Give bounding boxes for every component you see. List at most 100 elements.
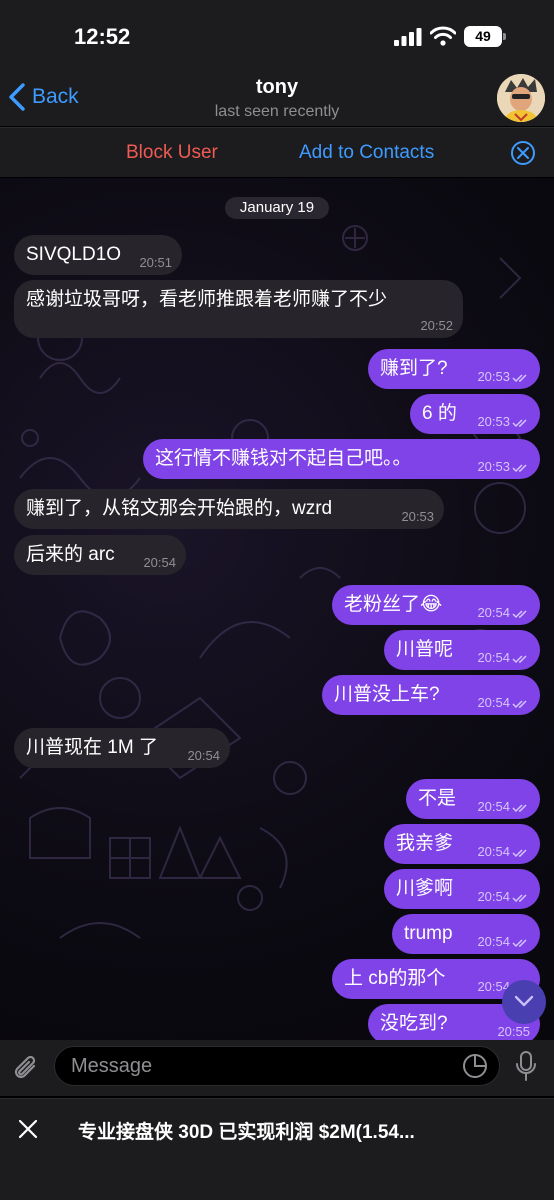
read-ticks-icon: [512, 894, 527, 902]
avatar-image: [497, 74, 545, 122]
back-chevron-icon: [9, 83, 25, 111]
status-bar: 12:52 49: [0, 0, 554, 70]
notification-banner[interactable]: 专业接盘侠 30D 已实现利润 $2M(1.54...: [0, 1098, 554, 1160]
message-meta: 20:53: [477, 370, 530, 383]
message-text: 不是: [418, 788, 457, 809]
message-bubble[interactable]: 后来的 arc 20:54: [14, 535, 186, 575]
message-bubble[interactable]: 川普没上车? 20:54: [322, 675, 540, 715]
message-time: 20:54: [477, 650, 510, 665]
message-input[interactable]: Message: [54, 1046, 500, 1086]
message-bubble[interactable]: 我亲爹 20:54: [384, 824, 540, 864]
message-time: 20:53: [477, 459, 510, 474]
bottom-safe-area: [0, 1160, 554, 1200]
read-ticks-icon: [512, 464, 527, 472]
message-bubble[interactable]: 不是 20:54: [406, 779, 540, 819]
sticker-icon[interactable]: [462, 1053, 488, 1079]
banner-text: 专业接盘侠 30D 已实现利润 $2M(1.54...: [78, 1122, 415, 1143]
message-time: 20:54: [187, 748, 220, 763]
nav-bar: Back tony last seen recently: [0, 70, 554, 126]
message-meta: 20:53: [477, 460, 530, 473]
read-ticks-icon: [512, 419, 527, 427]
scroll-down-icon: [514, 995, 534, 1007]
close-circle-icon[interactable]: [511, 141, 535, 165]
status-time: 12:52: [74, 24, 131, 49]
contact-action-bar: Block User Add to Contacts: [0, 127, 554, 177]
message-meta: 20:54: [477, 890, 530, 903]
message-bubble[interactable]: 川爹啊 20:54: [384, 869, 540, 909]
message-bubble[interactable]: 老粉丝了😂 20:54: [332, 585, 540, 625]
message-text: 川普呢: [396, 639, 454, 660]
block-user-button[interactable]: Block User: [126, 142, 218, 164]
message-time: 20:54: [143, 555, 176, 570]
back-button[interactable]: Back: [8, 82, 79, 112]
message-bubble[interactable]: trump 20:54: [392, 914, 540, 954]
message-text: 后来的 arc: [26, 544, 115, 565]
message-bubble[interactable]: 川普现在 1M 了 20:54: [14, 728, 230, 768]
message-meta: 20:54: [477, 651, 530, 664]
message-time: 20:54: [477, 934, 510, 949]
avatar[interactable]: [497, 74, 545, 122]
read-ticks-icon: [512, 849, 527, 857]
message-text: 川普现在 1M 了: [26, 737, 158, 758]
back-label: Back: [32, 85, 79, 108]
message-text: 川普没上车?: [334, 684, 440, 705]
read-ticks-icon: [512, 655, 527, 663]
message-text: trump: [404, 923, 453, 944]
close-icon[interactable]: [18, 1119, 38, 1139]
message-text: 上 cb的那个: [344, 968, 446, 989]
message-bubble[interactable]: 6 的 20:53: [410, 394, 540, 434]
message-text: SIVQLD1O: [26, 244, 122, 265]
message-meta: 20:54: [477, 935, 530, 948]
message-meta: 20:55: [497, 1025, 530, 1038]
message-text: 赚到了?: [380, 358, 448, 379]
message-time: 20:52: [420, 318, 453, 333]
message-meta: 20:53: [477, 415, 530, 428]
chat-area[interactable]: January 19 SIVQLD1O 20:51 感谢垃圾哥呀，看老师推跟着老…: [0, 178, 554, 1040]
add-to-contacts-button[interactable]: Add to Contacts: [299, 142, 434, 164]
message-time: 20:51: [139, 255, 172, 270]
message-input-bar: Message: [0, 1040, 554, 1096]
read-ticks-icon: [512, 610, 527, 618]
message-meta: 20:54: [477, 800, 530, 813]
message-text: 6 的: [422, 403, 457, 424]
message-meta: 20:54: [477, 696, 530, 709]
read-ticks-icon: [512, 700, 527, 708]
battery-icon: 49: [464, 26, 506, 47]
chat-title[interactable]: tony last seen recently: [150, 76, 404, 121]
message-meta: 20:54: [477, 845, 530, 858]
message-time: 20:53: [477, 369, 510, 384]
message-text: 老粉丝了😂: [344, 594, 443, 615]
message-time: 20:54: [477, 844, 510, 859]
message-time: 20:54: [477, 889, 510, 904]
message-text: 这行情不赚钱对不起自己吧。。: [155, 448, 412, 469]
mic-icon[interactable]: [514, 1050, 538, 1082]
message-bubble[interactable]: 赚到了，从铭文那会开始跟的，wzrd 20:53: [14, 489, 444, 529]
message-time: 20:53: [401, 509, 434, 524]
message-time: 20:55: [497, 1024, 530, 1039]
scroll-down-button[interactable]: [502, 980, 546, 1024]
message-time: 20:54: [477, 605, 510, 620]
message-time: 20:54: [477, 799, 510, 814]
attach-icon[interactable]: [12, 1052, 42, 1084]
message-bubble[interactable]: 赚到了? 20:53: [368, 349, 540, 389]
message-time: 20:53: [477, 414, 510, 429]
message-meta: 20:54: [477, 606, 530, 619]
message-text: 赚到了，从铭文那会开始跟的，wzrd: [26, 498, 333, 519]
message-text: 感谢垃圾哥呀，看老师推跟着老师赚了不少: [26, 289, 388, 310]
message-time: 20:54: [477, 695, 510, 710]
signal-icon: [394, 28, 422, 46]
message-bubble[interactable]: 川普呢 20:54: [384, 630, 540, 670]
message-text: 没吃到?: [380, 1013, 448, 1034]
message-bubble[interactable]: 这行情不赚钱对不起自己吧。。 20:53: [143, 439, 540, 479]
message-bubble[interactable]: SIVQLD1O 20:51: [14, 235, 182, 275]
message-text: 川爹啊: [396, 878, 454, 899]
read-ticks-icon: [512, 939, 527, 947]
message-text: 我亲爹: [396, 833, 454, 854]
wifi-icon: [430, 26, 456, 46]
message-bubble[interactable]: 感谢垃圾哥呀，看老师推跟着老师赚了不少 20:52: [14, 280, 463, 338]
read-ticks-icon: [512, 804, 527, 812]
contact-name: tony: [255, 76, 299, 98]
date-separator: January 19: [225, 197, 329, 219]
read-ticks-icon: [512, 374, 527, 382]
last-seen-status: last seen recently: [214, 103, 340, 120]
